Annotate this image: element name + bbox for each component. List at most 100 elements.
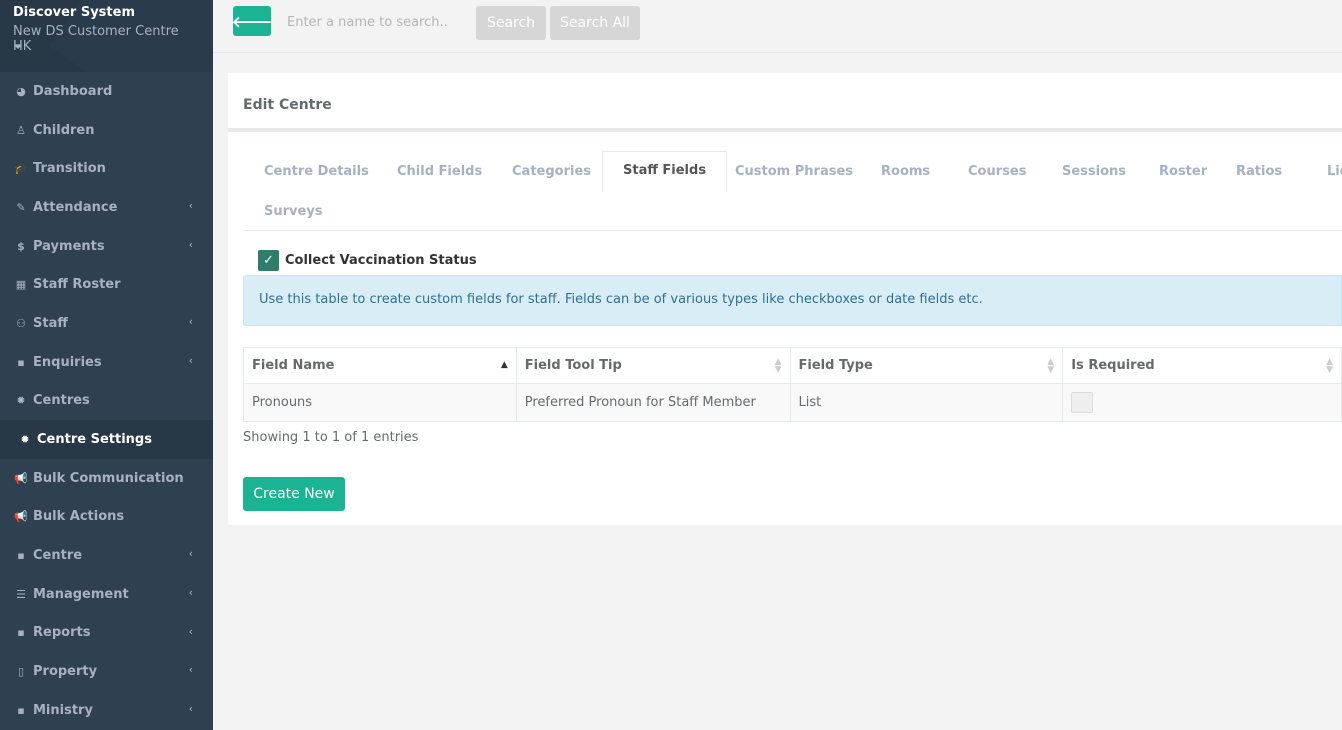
sidebar-item-icon: ▪ (17, 626, 25, 640)
sidebar-item-label: Centre Settings (37, 432, 152, 448)
sidebar-item-children[interactable]: ♙ Children (0, 111, 213, 150)
search-input[interactable] (279, 7, 469, 37)
chevron-left-icon: ‹ (188, 663, 193, 677)
sidebar-item-label: Payments (33, 238, 105, 254)
sidebar-item-payments[interactable]: $ Payments ‹ (0, 227, 213, 266)
sidebar-item-transition[interactable]: 🎓 Transition (0, 149, 213, 188)
tab-rooms[interactable]: Rooms (881, 164, 930, 179)
tab-categories[interactable]: Categories (512, 164, 591, 179)
sidebar-item-label: Management (33, 586, 129, 602)
tab-lic[interactable]: Lic (1327, 164, 1342, 179)
search-button[interactable]: Search (476, 6, 546, 40)
page-title: Edit Centre (228, 73, 1342, 132)
sidebar-item-staff-roster[interactable]: ▦ Staff Roster (0, 265, 213, 304)
cell-field-type[interactable]: List (789, 383, 1064, 422)
sidebar-item-icon: ▪ (17, 703, 25, 717)
sidebar-item-icon: 📢 (14, 510, 28, 524)
sidebar-item-label: Attendance (33, 199, 118, 215)
staff-fields-table: Field Name ▲ Field Tool Tip ▲ ▼ Field Type ▲… (243, 347, 1342, 422)
tab-staff-fields[interactable]: Staff Fields (602, 151, 728, 192)
is-required-checkbox[interactable] (1071, 392, 1094, 413)
create-new-button[interactable]: Create New (243, 477, 345, 511)
sidebar-item-bulk-actions[interactable]: 📢 Bulk Actions (0, 498, 213, 537)
vaccination-checkbox[interactable]: ✓ (258, 250, 279, 271)
sidebar-item-staff[interactable]: ⚇ Staff ‹ (0, 304, 213, 343)
chevron-left-icon: ‹ (188, 353, 193, 367)
chevron-left-icon: ‹ (188, 237, 193, 251)
column-header-field-name[interactable]: Field Name ▲ (243, 347, 517, 384)
cell-is-required[interactable] (1062, 383, 1342, 422)
sidebar-item-label: Staff (33, 315, 68, 331)
sidebar-item-icon: ✹ (20, 433, 30, 447)
sidebar-item-icon: 🎓 (14, 162, 28, 176)
tab-custom-phrases[interactable]: Custom Phrases (735, 164, 853, 179)
chevron-left-icon: ‹ (188, 702, 193, 715)
sort-icon: ▲ ▼ (1047, 357, 1055, 375)
chevron-left-icon: ‹ (188, 315, 193, 329)
back-button[interactable]: 🡐 (231, 6, 273, 36)
sort-icon: ▲ ▼ (774, 357, 782, 375)
sort-asc-icon: ▲ (500, 360, 508, 370)
sidebar-item-attendance[interactable]: ✎ Attendance ‹ (0, 188, 213, 227)
sidebar-item-icon: ☰ (16, 587, 26, 601)
sidebar-item-enquiries[interactable]: ▪ Enquiries ‹ (0, 343, 213, 382)
tab-sessions[interactable]: Sessions (1062, 164, 1126, 179)
sidebar-item-label: Enquiries (33, 354, 102, 370)
sidebar-item-icon: ♙ (16, 123, 26, 137)
column-header-field-type[interactable]: Field Type ▲ ▼ (789, 347, 1064, 384)
search-all-button[interactable]: Search All (550, 6, 640, 40)
tab-surveys[interactable]: Surveys (264, 204, 323, 219)
tab-centre-details[interactable]: Centre Details (264, 164, 369, 179)
sidebar-item-icon: ◕ (16, 84, 26, 98)
sidebar-item-label: Reports (33, 625, 91, 641)
sidebar-item-ministry[interactable]: ▪ Ministry ‹ (0, 691, 213, 730)
tab-child-fields[interactable]: Child Fields (397, 164, 482, 179)
sidebar-item-icon: ▪ (17, 549, 25, 563)
sidebar-item-icon: ⚇ (16, 316, 26, 330)
tab-roster[interactable]: Roster (1159, 164, 1207, 179)
column-header-is-required[interactable]: Is Required ▲ ▼ (1062, 347, 1342, 384)
cell-field-name[interactable]: Pronouns (243, 383, 517, 422)
cell-field-tool-tip[interactable]: Preferred Pronoun for Staff Member (515, 383, 791, 422)
sidebar-item-property[interactable]: ▯ Property ‹ (0, 652, 213, 691)
sidebar-item-label: Centre (33, 548, 83, 564)
sidebar-item-icon: ✹ (16, 394, 26, 408)
sidebar-header[interactable]: Discover System New DS Customer Centre H… (0, 0, 213, 72)
sidebar-item-reports[interactable]: ▪ Reports ‹ (0, 614, 213, 653)
chevron-left-icon: ‹ (188, 547, 193, 561)
column-header-field-tool-tip[interactable]: Field Tool Tip ▲ ▼ (515, 347, 791, 384)
check-icon: ✓ (263, 253, 274, 268)
sidebar-item-management[interactable]: ☰ Management ‹ (0, 575, 213, 614)
caret-down-icon[interactable] (14, 45, 22, 49)
chevron-left-icon: ‹ (188, 624, 193, 638)
tab-ratios[interactable]: Ratios (1236, 164, 1282, 179)
table-info: Showing 1 to 1 of 1 entries (243, 430, 419, 445)
tab-courses[interactable]: Courses (968, 164, 1026, 179)
table-row[interactable]: Pronouns Preferred Pronoun for Staff Mem… (243, 383, 1342, 422)
sidebar-item-centres[interactable]: ✹ Centres (0, 382, 213, 421)
sidebar-item-label: Children (33, 122, 95, 138)
sort-icon: ▲ ▼ (1326, 357, 1333, 375)
sidebar-item-bulk-communication[interactable]: 📢 Bulk Communication (0, 459, 213, 498)
vaccination-checkbox-row[interactable]: ✓ Collect Vaccination Status (258, 250, 477, 271)
table-header-row: Field Name ▲ Field Tool Tip ▲ ▼ Field Type ▲… (243, 347, 1342, 384)
sidebar-item-icon: ▦ (15, 278, 27, 292)
sidebar-item-label: Transition (33, 161, 106, 177)
sidebar-item-label: Staff Roster (33, 277, 121, 293)
sidebar-item-icon: ✎ (16, 200, 26, 214)
arrow-left-icon: 🡐 (231, 12, 273, 31)
info-alert: Use this table to create custom fields f… (243, 275, 1342, 326)
sidebar-item-label: Bulk Communication (33, 470, 184, 486)
sidebar-nav: ◕ Dashboard ♙ Children 🎓 Transition ✎ Attendanc… (0, 72, 213, 730)
chevron-left-icon: ‹ (188, 199, 193, 213)
sidebar-item-icon: ▪ (17, 355, 25, 369)
sidebar-item-centre-settings[interactable]: ✹ Centre Settings (0, 420, 213, 459)
sidebar-item-centre[interactable]: ▪ Centre ‹ (0, 536, 213, 575)
sidebar-item-dashboard[interactable]: ◕ Dashboard (0, 72, 213, 111)
sidebar: Discover System New DS Customer Centre H… (0, 0, 213, 730)
sidebar-item-icon: 📢 (14, 471, 28, 485)
sidebar-item-icon: ▯ (17, 665, 25, 679)
sidebar-item-icon: $ (17, 239, 25, 253)
sidebar-item-label: Property (33, 664, 98, 680)
edit-centre-panel: Edit Centre Centre Details Child Fields Ca… (228, 73, 1342, 525)
